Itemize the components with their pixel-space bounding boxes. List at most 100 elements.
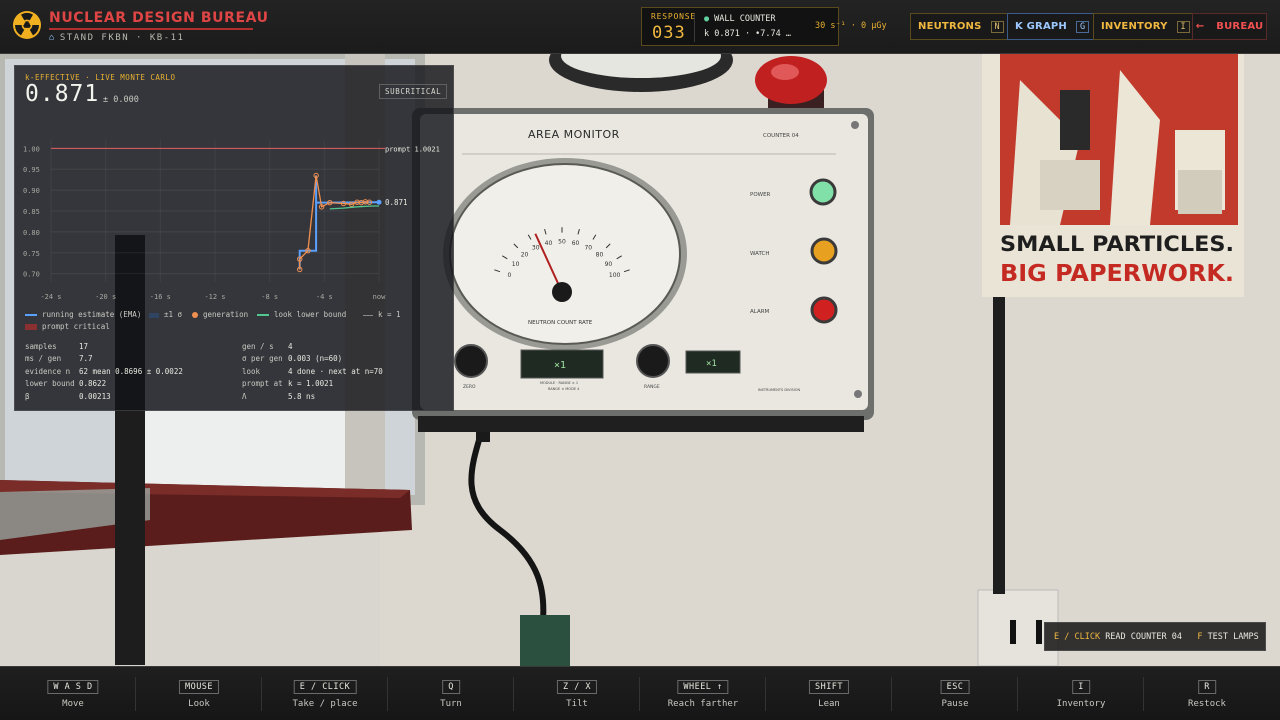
control-pause: ESC Pause — [892, 667, 1018, 720]
x-tick-label: -24 s — [40, 293, 61, 301]
control-action: Tilt — [566, 699, 588, 709]
control-key: MOUSE — [178, 680, 220, 694]
control-action: Inventory — [1056, 699, 1106, 709]
radiation-trefoil-icon — [13, 11, 41, 39]
stat-look: 4 done · next at n=70 — [288, 367, 383, 376]
poster-line-1: SMALL PARTICLES. — [1000, 232, 1234, 256]
dial-tick-label: 20 — [521, 252, 529, 259]
response-value: 033 — [652, 23, 686, 43]
legend-running: running estimate (EMA) — [42, 310, 142, 319]
control-move: W A S D Move — [10, 667, 136, 720]
inventory-key: I — [1176, 20, 1190, 33]
prompt-action-2: TEST LAMPS — [1207, 631, 1259, 642]
dial-tick-label: 10 — [512, 261, 520, 268]
multiplier-caption-2: RANGE × MODE 4 — [548, 387, 580, 391]
power-lamp[interactable] — [809, 178, 837, 206]
control-action: Look — [188, 699, 210, 709]
stat-sigma: 0.003 (n=60) — [288, 354, 343, 363]
neutrons-key: N — [990, 20, 1004, 33]
zero-knob[interactable] — [454, 344, 488, 378]
location-pin-icon: ⌂ — [49, 33, 56, 43]
control-look: MOUSE Look — [136, 667, 262, 720]
control-key: Q — [442, 680, 460, 694]
dial-label: NEUTRON COUNT RATE — [528, 320, 593, 326]
inventory-button[interactable]: INVENTORY I — [1093, 13, 1198, 40]
watch-lamp[interactable] — [810, 237, 838, 265]
legend-lower-bound: look lower bound — [274, 310, 347, 319]
monitor-title: AREA MONITOR — [528, 128, 620, 141]
kgraph-button[interactable]: K GRAPH G — [1007, 13, 1098, 40]
stand-label: STAND FKBN · KB-11 — [59, 33, 185, 43]
x-tick-label: -20 s — [95, 293, 116, 301]
stat-lower-label: lower bound — [25, 379, 75, 388]
stat-samples: 17 — [79, 342, 89, 351]
control-action: Lean — [818, 699, 840, 709]
lamp-label-watch: WATCH — [750, 251, 770, 257]
control-reach: WHEEL ↑ Reach farther — [640, 667, 766, 720]
alarm-lamp[interactable] — [810, 296, 838, 324]
legend-generation: generation — [203, 310, 249, 319]
inventory-label: INVENTORY — [1101, 21, 1168, 32]
y-tick-label: 0.70 — [23, 271, 40, 279]
stat-samples-label: samples — [25, 342, 57, 351]
stand-subtitle: ⌂ STAND FKBN · KB-11 — [49, 33, 184, 43]
neutrons-button[interactable]: NEUTRONS N — [910, 13, 1012, 40]
range-label: RANGE — [644, 384, 660, 390]
dial-tick-label: 40 — [545, 240, 553, 247]
response-label: RESPONSE — [651, 12, 696, 21]
dial-tick-label: 0 — [507, 272, 511, 279]
kgraph-label: K GRAPH — [1015, 21, 1067, 32]
control-action: Reach farther — [667, 699, 739, 709]
bureau-button[interactable]: ← BUREAU — [1192, 13, 1267, 40]
dial-tick-label: 100 — [609, 272, 621, 279]
stat-beta-label: β — [25, 392, 30, 401]
wall-counter: ● WALL COUNTER — [704, 14, 776, 24]
stat-evidence-label: evidence n — [25, 367, 71, 376]
status-badge: SUBCRITICAL — [379, 84, 448, 99]
prompt-key-2: F — [1197, 631, 1203, 642]
k-graph-chart: 1.00 0.95 0.90 0.85 0.80 0.75 0.70 -24 s -20 s -1… — [23, 140, 440, 301]
stat-gens: 4 — [288, 342, 293, 351]
y-tick-label: 0.95 — [23, 166, 40, 174]
control-key: W A S D — [47, 680, 99, 694]
dial-tick-label: 30 — [532, 244, 540, 251]
legend-prompt: prompt critical — [42, 322, 110, 331]
stat-lambda-label: Λ — [242, 392, 247, 401]
stat-gens-label: gen / s — [242, 342, 274, 351]
control-action: Turn — [440, 699, 462, 709]
series-line — [299, 175, 370, 270]
control-lean: SHIFT Lean — [766, 667, 892, 720]
legend-k1: k = 1 — [378, 310, 401, 319]
stat-beta: 0.00213 — [79, 392, 111, 401]
end-value-label: 0.871 — [385, 198, 408, 207]
y-tick-label: 0.90 — [23, 187, 40, 195]
app-title: NUCLEAR DESIGN BUREAU — [49, 10, 269, 26]
multiplier-caption-1: MODULE · RANGE × 1 — [540, 381, 578, 385]
range-knob[interactable] — [636, 344, 670, 378]
back-arrow-icon: ← — [1195, 21, 1205, 32]
top-bar: NUCLEAR DESIGN BUREAU ⌂ STAND FKBN · KB-1… — [0, 0, 1280, 54]
dial-tick-label: 50 — [558, 239, 566, 246]
y-tick-label: 0.85 — [23, 208, 40, 216]
legend-sigma: ±1 σ — [164, 310, 183, 319]
status-dot-icon: ● — [704, 14, 710, 24]
zero-label: ZERO — [463, 384, 476, 390]
x-tick-label: -12 s — [204, 293, 225, 301]
control-key: E / CLICK — [293, 680, 357, 694]
controls-bar: W A S D Move MOUSE Look E / CLICK Take / pl… — [0, 666, 1280, 720]
stat-sigma-label: σ per gen — [242, 354, 283, 363]
control-key: R — [1198, 680, 1216, 694]
control-action: Move — [62, 699, 84, 709]
dial-tick-label: 60 — [572, 240, 580, 247]
control-key: WHEEL ↑ — [677, 680, 729, 694]
rate-readout: 30 s⁻¹ · 0 µGy — [815, 21, 887, 31]
control-action: Restock — [1188, 699, 1226, 709]
current-k-marker — [376, 199, 382, 205]
wall-counter-label: WALL COUNTER — [714, 14, 776, 24]
y-tick-label: 1.00 — [23, 145, 40, 153]
neutrons-label: NEUTRONS — [918, 21, 982, 32]
control-key: SHIFT — [808, 680, 850, 694]
wall-counter-k: k 0.871 · •7.74 … — [704, 29, 791, 39]
stat-prompt-label: prompt at — [242, 379, 283, 388]
dial-tick-label: 80 — [596, 252, 604, 259]
